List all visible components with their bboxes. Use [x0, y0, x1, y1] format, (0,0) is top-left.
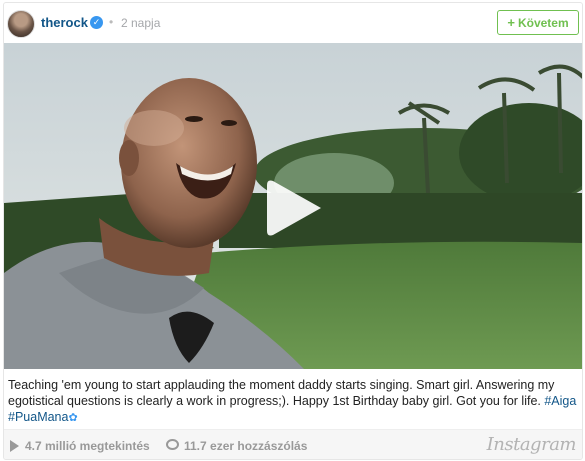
verified-badge-icon: ✓	[90, 16, 103, 29]
instagram-logo[interactable]: Instagram	[487, 434, 577, 455]
embed-post: therock ✓ • 2 napja + Követem Teaching '…	[3, 2, 583, 460]
views-icon	[10, 440, 19, 452]
follow-button[interactable]: + Követem	[497, 10, 579, 35]
post-caption: Teaching 'em young to start applauding t…	[8, 377, 578, 426]
follow-label: Követem	[517, 15, 569, 30]
post-time[interactable]: 2 napja	[121, 16, 160, 30]
username-link[interactable]: therock	[41, 15, 88, 30]
comment-count[interactable]: 11.7 ezer hozzászólás	[184, 439, 307, 453]
view-count: 4.7 millió megtekintés	[25, 439, 150, 453]
flower-icon: ✿	[68, 412, 78, 424]
post-footer: 4.7 millió megtekintés 11.7 ezer hozzász…	[4, 429, 582, 459]
post-header: therock ✓ • 2 napja + Követem	[4, 3, 582, 43]
caption-text: Teaching 'em young to start applauding t…	[8, 378, 555, 408]
comments-icon	[166, 439, 179, 450]
video-player[interactable]	[4, 43, 582, 369]
follow-plus-icon: +	[507, 15, 515, 30]
avatar[interactable]	[7, 10, 35, 38]
separator-dot: •	[109, 15, 114, 29]
hashtag-link[interactable]: #PuaMana	[8, 410, 68, 424]
play-icon[interactable]	[261, 175, 327, 241]
hashtag-link[interactable]: #Aiga	[544, 394, 576, 408]
